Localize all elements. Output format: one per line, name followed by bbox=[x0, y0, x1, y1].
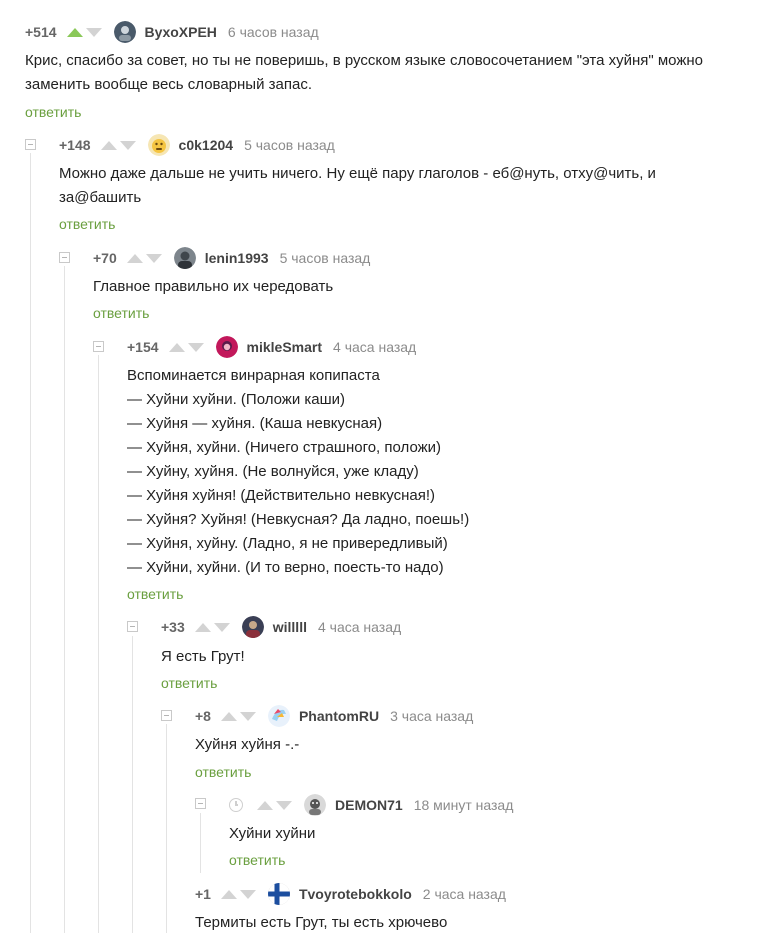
upvote-icon[interactable] bbox=[126, 253, 143, 263]
thread-line bbox=[64, 266, 65, 933]
collapse-button[interactable] bbox=[127, 621, 138, 632]
comment-rating: +514 bbox=[25, 24, 57, 40]
thread-line bbox=[98, 355, 99, 933]
upvote-icon[interactable] bbox=[220, 889, 237, 899]
username[interactable]: BуxoXPEH bbox=[145, 24, 217, 40]
comment-text: Хуйни хуйни bbox=[229, 825, 316, 842]
vote-arrows bbox=[220, 889, 256, 899]
timestamp: 2 часа назад bbox=[422, 886, 506, 902]
reply-button[interactable]: ответить bbox=[161, 675, 217, 691]
comment-text: Я есть Грут! bbox=[161, 648, 245, 665]
thread-line bbox=[166, 724, 167, 933]
reply-button[interactable]: ответить bbox=[229, 852, 285, 868]
comment-header: +514 BуxoXPEH 6 часов назад bbox=[25, 20, 319, 44]
avatar[interactable] bbox=[173, 247, 196, 269]
comment-header: +70 lenin1993 5 часов назад bbox=[93, 246, 370, 270]
upvote-icon[interactable] bbox=[66, 27, 83, 37]
comment-text: Вспоминается винрарная копипаста — Хуйни… bbox=[127, 367, 470, 576]
username[interactable]: DEMON71 bbox=[335, 797, 403, 813]
username[interactable]: Tvoyrotebokkolo bbox=[299, 886, 412, 902]
comment-text: Термиты есть Грут, ты есть хрючево bbox=[195, 914, 448, 931]
timestamp: 3 часа назад bbox=[390, 708, 474, 724]
username[interactable]: willlll bbox=[273, 619, 307, 635]
downvote-icon[interactable] bbox=[276, 800, 292, 810]
upvote-icon[interactable] bbox=[194, 622, 211, 632]
downvote-icon[interactable] bbox=[213, 622, 230, 632]
downvote-icon[interactable] bbox=[187, 342, 204, 352]
reply-button[interactable]: ответить bbox=[195, 764, 251, 780]
comment-rating: +33 bbox=[161, 619, 185, 635]
avatar[interactable] bbox=[241, 616, 264, 638]
comment-text: Главное правильно их чередовать bbox=[93, 278, 334, 295]
username[interactable]: lenin1993 bbox=[205, 250, 269, 266]
downvote-icon[interactable] bbox=[145, 253, 162, 263]
reply-button[interactable]: ответить bbox=[25, 104, 81, 120]
reply-button[interactable]: ответить bbox=[59, 216, 115, 232]
comment-rating: +70 bbox=[93, 250, 117, 266]
collapse-button[interactable] bbox=[93, 341, 104, 352]
comment-header: +154 mikleSmart 4 часа назад bbox=[127, 335, 416, 359]
vote-arrows bbox=[257, 800, 292, 810]
vote-arrows bbox=[126, 253, 162, 263]
collapse-button[interactable] bbox=[59, 252, 70, 263]
comment-header: +148 c0k1204 5 часов назад bbox=[59, 133, 335, 157]
timestamp: 18 минут назад bbox=[413, 797, 514, 813]
upvote-icon[interactable] bbox=[168, 342, 185, 352]
comment-rating: +148 bbox=[59, 137, 91, 153]
avatar[interactable] bbox=[267, 883, 290, 905]
thread-line bbox=[200, 813, 201, 873]
avatar[interactable] bbox=[113, 21, 136, 43]
comment-rating: +8 bbox=[195, 708, 211, 724]
upvote-icon[interactable] bbox=[100, 140, 117, 150]
clock-icon bbox=[229, 798, 243, 812]
vote-arrows bbox=[66, 27, 102, 37]
downvote-icon[interactable] bbox=[239, 889, 256, 899]
avatar[interactable] bbox=[147, 134, 170, 156]
upvote-icon[interactable] bbox=[220, 711, 237, 721]
vote-arrows bbox=[220, 711, 256, 721]
timestamp: 5 часов назад bbox=[279, 250, 371, 266]
comment-rating: +154 bbox=[127, 339, 159, 355]
avatar[interactable] bbox=[304, 794, 326, 816]
collapse-button[interactable] bbox=[195, 798, 206, 809]
timestamp: 4 часа назад bbox=[317, 619, 402, 635]
vote-arrows bbox=[100, 140, 136, 150]
thread-line bbox=[132, 636, 133, 933]
timestamp: 4 часа назад bbox=[333, 339, 417, 355]
comment-header: +1 Tvoyrotebokkolo 2 часа назад bbox=[195, 882, 506, 906]
downvote-icon[interactable] bbox=[85, 27, 102, 37]
username[interactable]: c0k1204 bbox=[179, 137, 234, 153]
comment-header: DEMON71 18 минут назад bbox=[211, 793, 513, 817]
vote-arrows bbox=[168, 342, 204, 352]
comment-header: +33 willlll 4 часа назад bbox=[161, 615, 401, 639]
comment-text: Хуйня хуйня -.- bbox=[195, 736, 300, 753]
upvote-icon[interactable] bbox=[257, 800, 273, 810]
collapse-button[interactable] bbox=[25, 139, 36, 150]
thread-line bbox=[30, 153, 31, 933]
timestamp: 6 часов назад bbox=[227, 24, 319, 40]
comment-text: Крис, спасибо за совет, но ты не повериш… bbox=[25, 52, 704, 93]
timestamp: 5 часов назад bbox=[244, 137, 335, 153]
avatar[interactable] bbox=[215, 336, 238, 358]
vote-arrows bbox=[194, 622, 230, 632]
collapse-button[interactable] bbox=[161, 710, 172, 721]
comment-header: +8 PhantomRU 3 часа назад bbox=[195, 704, 473, 728]
reply-button[interactable]: ответить bbox=[93, 305, 149, 321]
avatar[interactable] bbox=[267, 705, 290, 727]
comment-text: Можно даже дальше не учить ничего. Ну ещ… bbox=[59, 165, 656, 206]
downvote-icon[interactable] bbox=[239, 711, 256, 721]
downvote-icon[interactable] bbox=[119, 140, 136, 150]
username[interactable]: mikleSmart bbox=[247, 339, 322, 355]
comment-rating: +1 bbox=[195, 886, 211, 902]
reply-button[interactable]: ответить bbox=[127, 586, 183, 602]
username[interactable]: PhantomRU bbox=[299, 708, 379, 724]
